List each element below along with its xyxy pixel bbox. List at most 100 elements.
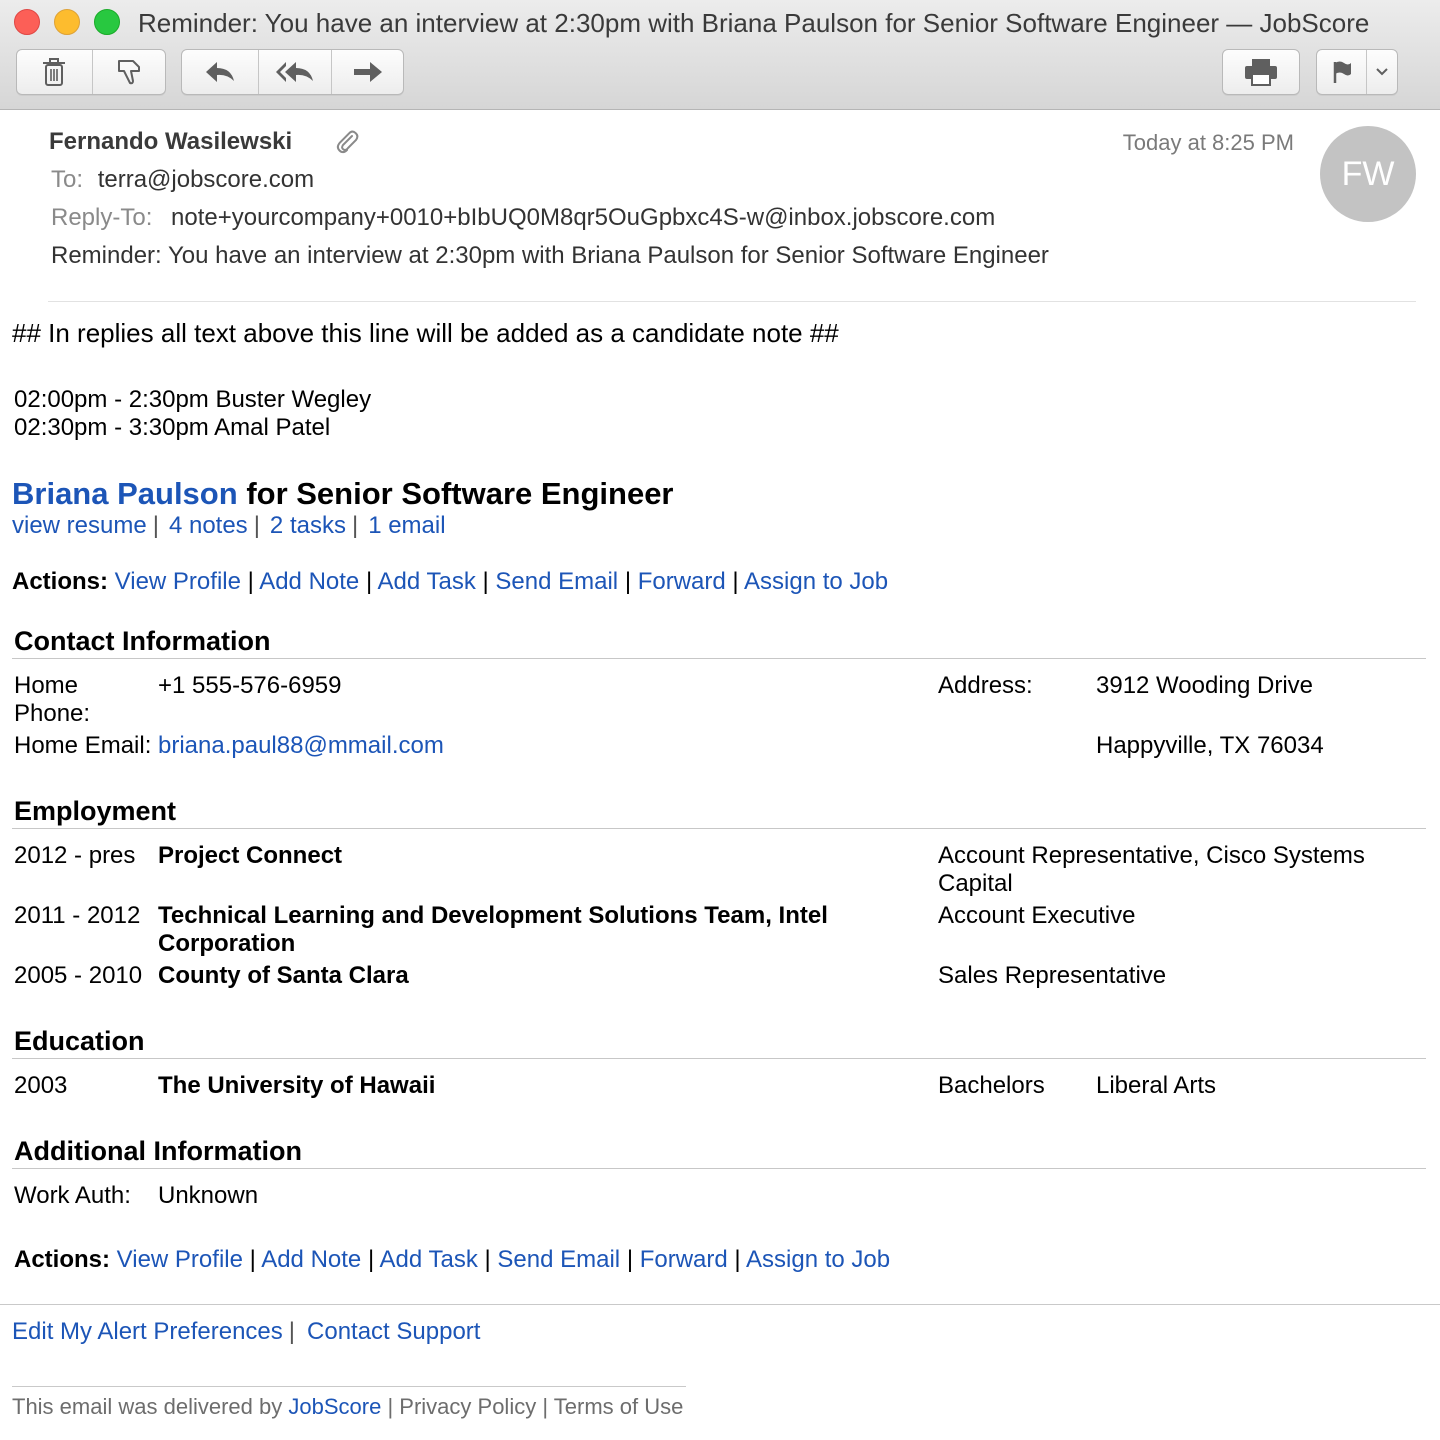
add-note-link[interactable]: Add Note <box>261 1246 361 1273</box>
schedule-item: 02:00pm - 2:30pm Buster Wegley <box>14 386 372 413</box>
footer-divider <box>0 1304 1440 1305</box>
employment-org: Technical Learning and Development Solut… <box>158 902 828 929</box>
home-phone-label: Home <box>14 672 79 699</box>
flag-button[interactable] <box>1317 50 1367 94</box>
separator: | <box>288 1318 296 1345</box>
flag-icon <box>1333 61 1351 83</box>
add-note-link[interactable]: Add Note <box>259 568 359 595</box>
employment-years: 2011 - 2012 <box>14 902 141 929</box>
employment-years: 2012 - pres <box>14 842 136 869</box>
assign-to-job-link[interactable]: Assign to Job <box>746 1246 890 1273</box>
candidate-role: for Senior Software Engineer <box>246 476 674 511</box>
to-label: To: <box>51 166 84 193</box>
actions-row-bottom: Actions: View Profile | Add Note | Add T… <box>14 1246 890 1274</box>
address-label: Address: <box>938 672 1033 699</box>
home-phone-value: +1 555-576-6959 <box>158 672 342 699</box>
message-date: Today at 8:25 PM <box>1122 130 1294 155</box>
schedule-item: 02:30pm - 3:30pm Amal Patel <box>14 414 331 441</box>
to-address[interactable]: terra@jobscore.com <box>98 166 314 193</box>
assign-to-job-link[interactable]: Assign to Job <box>744 568 888 595</box>
sender-name[interactable]: Fernando Wasilewski <box>49 128 292 156</box>
notes-link[interactable]: 4 notes <box>169 512 248 539</box>
address-line: 3912 Wooding Drive <box>1096 672 1314 699</box>
home-email-link[interactable]: briana.paul88@mmail.com <box>158 732 444 760</box>
education-field: Liberal Arts <box>1096 1072 1217 1099</box>
forward-link[interactable]: Forward <box>640 1246 728 1273</box>
reply-group <box>181 49 404 95</box>
terms-of-use-link[interactable]: Terms of Use <box>554 1394 684 1419</box>
education-school: The University of Hawaii <box>158 1072 436 1099</box>
avatar: FW <box>1320 126 1416 222</box>
flag-menu-button[interactable] <box>1367 50 1397 94</box>
send-email-link[interactable]: Send Email <box>497 1246 620 1273</box>
work-auth-label: Work Auth: <box>14 1182 131 1209</box>
reply-button[interactable] <box>182 50 259 94</box>
separator: | <box>152 512 159 539</box>
view-profile-link[interactable]: View Profile <box>115 568 241 595</box>
separator: | <box>626 1246 634 1273</box>
separator: | <box>484 1246 491 1273</box>
section-divider <box>12 1168 1426 1169</box>
alert-preferences-link[interactable]: Edit My Alert Preferences <box>12 1318 283 1345</box>
home-phone-label: Phone: <box>14 700 91 727</box>
separator: | <box>247 568 254 595</box>
separator: | <box>351 512 359 539</box>
message-subject: Reminder: You have an interview at 2:30p… <box>51 242 1049 269</box>
actions-label: Actions: <box>14 1246 110 1273</box>
message-header: Fernando Wasilewski Today at 8:25 PM FW … <box>0 110 1440 305</box>
junk-button[interactable] <box>93 50 166 94</box>
privacy-policy-link[interactable]: Privacy Policy <box>399 1394 536 1419</box>
separator: | <box>732 568 739 595</box>
view-resume-link[interactable]: view resume <box>12 512 147 539</box>
employment-title: Sales Representative <box>938 962 1167 989</box>
forward-button[interactable] <box>332 50 403 94</box>
contact-support-link[interactable]: Contact Support <box>307 1318 480 1345</box>
employment-org: Corporation <box>158 930 296 957</box>
footer-links: Edit My Alert Preferences | Contact Suppor… <box>12 1318 480 1346</box>
candidate-heading: Briana Paulson for Senior Software Engin… <box>12 476 674 512</box>
section-divider <box>12 1058 1426 1059</box>
delivery-line: This email was delivered by JobScore | P… <box>12 1393 683 1421</box>
print-icon <box>1245 59 1277 86</box>
add-task-link[interactable]: Add Task <box>380 1246 478 1273</box>
separator: | <box>624 568 632 595</box>
separator: | <box>542 1394 549 1419</box>
send-email-link[interactable]: Send Email <box>495 568 618 595</box>
window-title: Reminder: You have an interview at 2:30p… <box>138 8 1370 38</box>
actions-label: Actions: <box>12 568 108 595</box>
forward-icon <box>353 62 382 82</box>
delivered-by-text: This email was delivered by <box>12 1394 283 1419</box>
reply-all-button[interactable] <box>259 50 332 94</box>
view-profile-link[interactable]: View Profile <box>117 1246 243 1273</box>
reply-to-row: Reply-To: note+yourcompany+0010+bIbUQ0M8… <box>51 204 995 232</box>
delivery-divider <box>12 1386 686 1387</box>
employment-org: Project Connect <box>158 842 343 869</box>
section-divider <box>12 658 1426 659</box>
print-group <box>1222 49 1300 95</box>
separator: | <box>482 568 489 595</box>
separator: | <box>367 1246 375 1273</box>
header-divider <box>48 301 1416 302</box>
contact-heading: Contact Information <box>14 626 271 656</box>
maximize-window-button[interactable] <box>94 9 120 35</box>
candidate-name-link[interactable]: Briana Paulson <box>12 476 238 511</box>
forward-link[interactable]: Forward <box>638 568 726 595</box>
to-row: To: terra@jobscore.com <box>51 166 314 194</box>
trash-icon <box>43 58 66 86</box>
print-button[interactable] <box>1223 50 1299 94</box>
quick-links: view resume | 4 notes | 2 tasks | 1 email <box>12 512 446 540</box>
jobscore-link[interactable]: JobScore <box>288 1394 381 1419</box>
delete-junk-group <box>16 49 166 95</box>
separator: | <box>253 512 260 539</box>
minimize-window-button[interactable] <box>54 9 80 35</box>
reply-to-address[interactable]: note+yourcompany+0010+bIbUQ0M8qr5OuGpbxc… <box>171 204 995 231</box>
trash-button[interactable] <box>17 50 93 94</box>
add-task-link[interactable]: Add Task <box>378 568 476 595</box>
junk-icon <box>117 60 140 85</box>
close-window-button[interactable] <box>14 9 40 35</box>
email-count-link[interactable]: 1 email <box>368 512 445 539</box>
work-auth-value: Unknown <box>158 1182 259 1209</box>
separator: | <box>249 1246 256 1273</box>
reply-icon <box>206 62 234 82</box>
tasks-link[interactable]: 2 tasks <box>270 512 346 539</box>
